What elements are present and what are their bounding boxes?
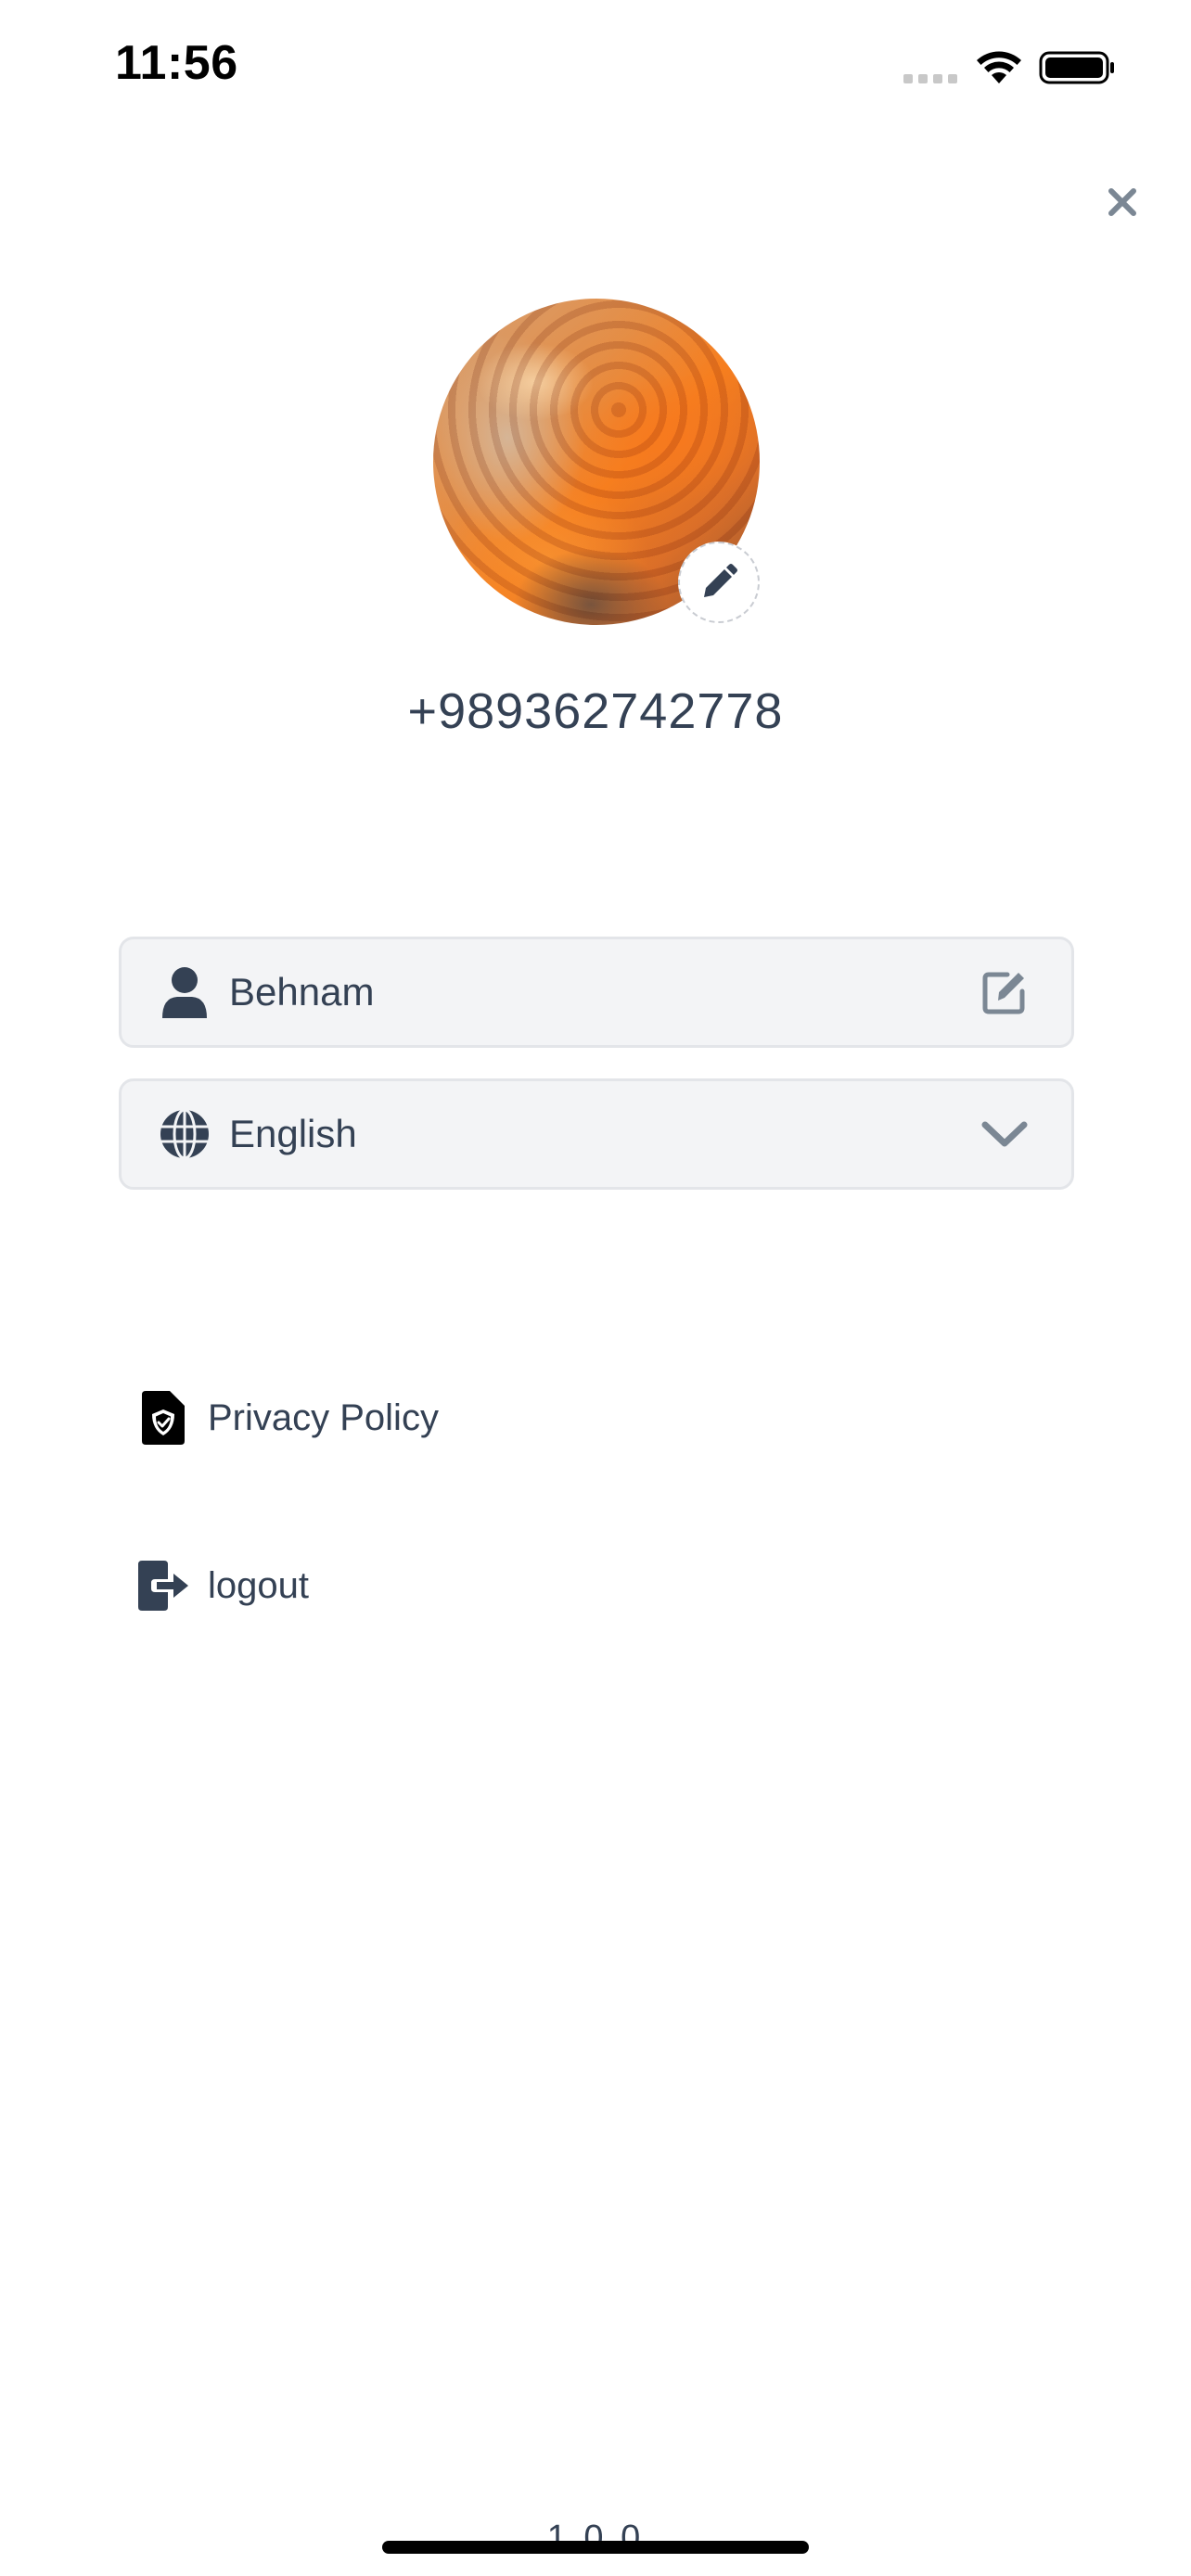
phone-number: +989362742778 (407, 683, 784, 739)
battery-icon (1039, 51, 1114, 84)
privacy-policy-link[interactable]: Privacy Policy (135, 1385, 439, 1450)
language-dropdown-toggle[interactable] (975, 1104, 1034, 1164)
status-time: 11:56 (115, 36, 238, 90)
language-value: English (229, 1112, 357, 1155)
name-value: Behnam (229, 970, 375, 1014)
home-indicator (382, 2541, 809, 2554)
wifi-icon (977, 51, 1021, 83)
user-icon (157, 964, 212, 1020)
privacy-policy-label: Privacy Policy (208, 1396, 439, 1438)
cellular-signal-icon (903, 74, 959, 83)
close-button[interactable] (1102, 182, 1143, 223)
chevron-down-icon (981, 1121, 1028, 1147)
shield-document-icon (135, 1388, 191, 1447)
logout-label: logout (208, 1564, 309, 1606)
logout-button[interactable]: logout (135, 1553, 309, 1618)
close-icon (1108, 188, 1136, 216)
edit-name-button[interactable] (975, 963, 1034, 1022)
status-bar: 11:56 (0, 0, 1191, 130)
edit-avatar-button[interactable] (678, 542, 760, 623)
pencil-icon (704, 564, 737, 597)
name-field[interactable]: Behnam (119, 937, 1074, 1048)
logout-icon (135, 1556, 191, 1615)
globe-icon (157, 1106, 212, 1162)
avatar-container (433, 299, 760, 625)
edit-icon (982, 972, 1025, 1014)
language-select[interactable]: English (119, 1078, 1074, 1190)
